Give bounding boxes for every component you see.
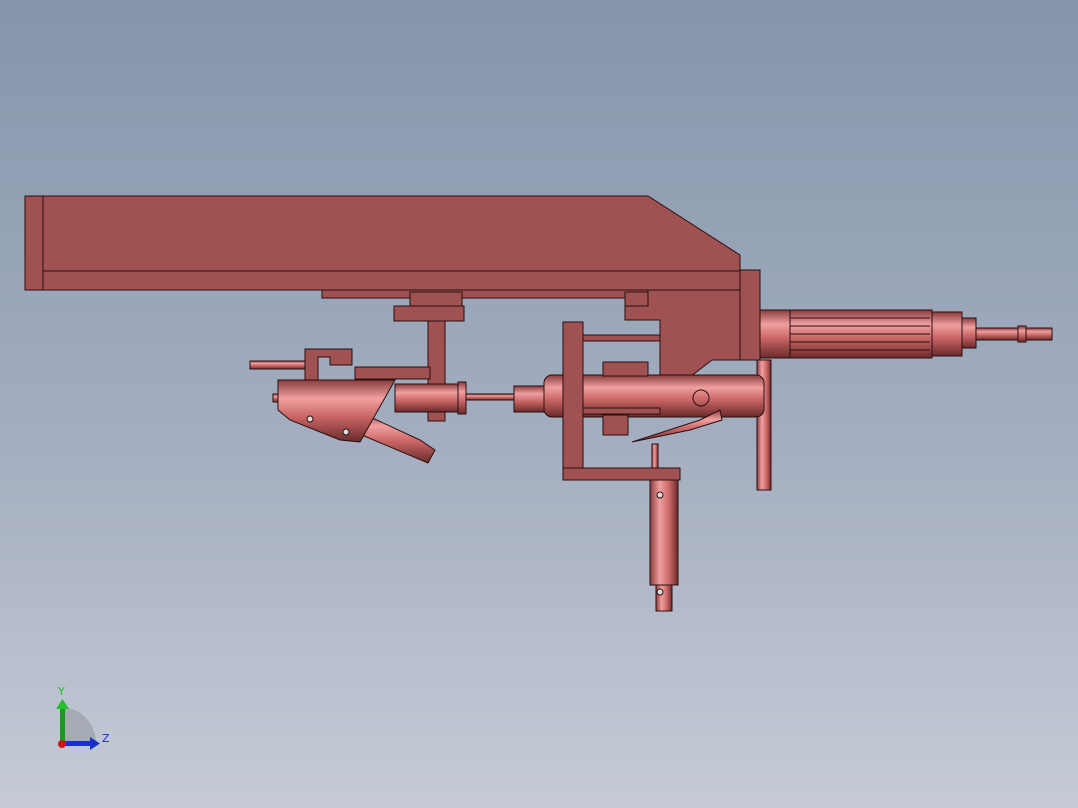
z-axis-label: Z — [102, 732, 110, 745]
y-axis-label: Y — [58, 685, 65, 698]
motor — [759, 309, 1053, 359]
right-torch — [513, 321, 765, 612]
left-torch — [249, 348, 515, 464]
cad-viewport[interactable] — [0, 0, 1078, 808]
assembly-model[interactable] — [24, 195, 1053, 612]
orientation-triad: Y Z — [50, 685, 120, 755]
